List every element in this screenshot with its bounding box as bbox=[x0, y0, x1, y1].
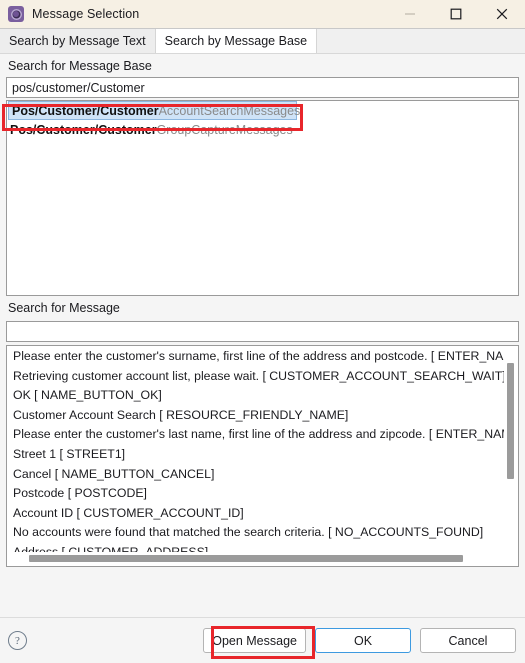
list-item[interactable]: Customer Account Search [ RESOURCE_FRIEN… bbox=[7, 406, 504, 426]
dialog-body: Search for Message Base pos/customer/Cus… bbox=[0, 54, 525, 617]
list-item[interactable]: Postcode [ POSTCODE] bbox=[7, 484, 504, 504]
list-item[interactable]: Street 1 [ STREET1] bbox=[7, 445, 504, 465]
message-selection-dialog: Message Selection Search by Message Text… bbox=[0, 0, 525, 663]
message-list-vertical-scrollbar[interactable] bbox=[504, 347, 517, 552]
app-gear-icon bbox=[8, 6, 24, 22]
list-item[interactable]: Account ID [ CUSTOMER_ACCOUNT_ID] bbox=[7, 504, 504, 524]
tab-filler bbox=[317, 28, 525, 53]
cancel-button[interactable]: Cancel bbox=[420, 628, 516, 653]
window-title: Message Selection bbox=[32, 7, 140, 21]
minimize-button[interactable] bbox=[387, 0, 433, 28]
maximize-button[interactable] bbox=[433, 0, 479, 28]
message-list-horizontal-scrollbar[interactable] bbox=[8, 552, 517, 565]
message-base-label: Search for Message Base bbox=[8, 59, 152, 73]
list-item[interactable]: Cancel [ NAME_BUTTON_CANCEL] bbox=[7, 465, 504, 485]
list-item[interactable]: Retrieving customer account list, please… bbox=[7, 367, 504, 387]
vertical-scrollbar-thumb[interactable] bbox=[507, 363, 514, 479]
list-item[interactable]: Please enter the customer's surname, fir… bbox=[7, 347, 504, 367]
tab-search-by-message-base[interactable]: Search by Message Base bbox=[155, 28, 318, 53]
horizontal-scrollbar-thumb[interactable] bbox=[29, 555, 463, 562]
help-icon[interactable]: ? bbox=[8, 631, 27, 650]
message-label: Search for Message bbox=[8, 301, 120, 315]
message-base-suffix: AccountSearchMessages bbox=[158, 103, 301, 118]
list-item[interactable]: Pos/Customer/Customer AccountSearchMessag… bbox=[8, 101, 300, 120]
window-controls bbox=[387, 0, 525, 28]
list-item[interactable]: Pos/Customer/Customer GroupCaptureMessage… bbox=[7, 120, 518, 140]
tab-search-by-message-text[interactable]: Search by Message Text bbox=[0, 28, 156, 53]
message-base-search-value: pos/customer/Customer bbox=[12, 80, 145, 95]
list-item[interactable]: Please enter the customer's last name, f… bbox=[7, 425, 504, 445]
list-item[interactable]: Address [ CUSTOMER_ADDRESS] bbox=[7, 543, 504, 552]
title-bar: Message Selection bbox=[0, 0, 525, 28]
list-item[interactable]: No accounts were found that matched the … bbox=[7, 523, 504, 543]
message-base-suffix: GroupCaptureMessages bbox=[156, 123, 293, 137]
message-base-prefix: Pos/Customer/Customer bbox=[10, 123, 157, 137]
message-search-input[interactable] bbox=[6, 321, 519, 342]
tab-bar: Search by Message Text Search by Message… bbox=[0, 28, 525, 54]
message-rows: Please enter the customer's surname, fir… bbox=[7, 347, 504, 552]
dialog-footer: ? Open Message OK Cancel bbox=[0, 617, 525, 663]
open-message-button[interactable]: Open Message bbox=[203, 628, 306, 653]
footer-buttons: Open Message OK Cancel bbox=[203, 628, 516, 653]
message-base-results-list[interactable]: Pos/Customer/Customer AccountSearchMessag… bbox=[6, 100, 519, 296]
close-button[interactable] bbox=[479, 0, 525, 28]
message-base-prefix: Pos/Customer/Customer bbox=[12, 103, 159, 118]
ok-button[interactable]: OK bbox=[315, 628, 411, 653]
message-base-search-input[interactable]: pos/customer/Customer bbox=[6, 77, 519, 98]
list-item[interactable]: OK [ NAME_BUTTON_OK] bbox=[7, 386, 504, 406]
message-results-list[interactable]: Please enter the customer's surname, fir… bbox=[6, 345, 519, 567]
